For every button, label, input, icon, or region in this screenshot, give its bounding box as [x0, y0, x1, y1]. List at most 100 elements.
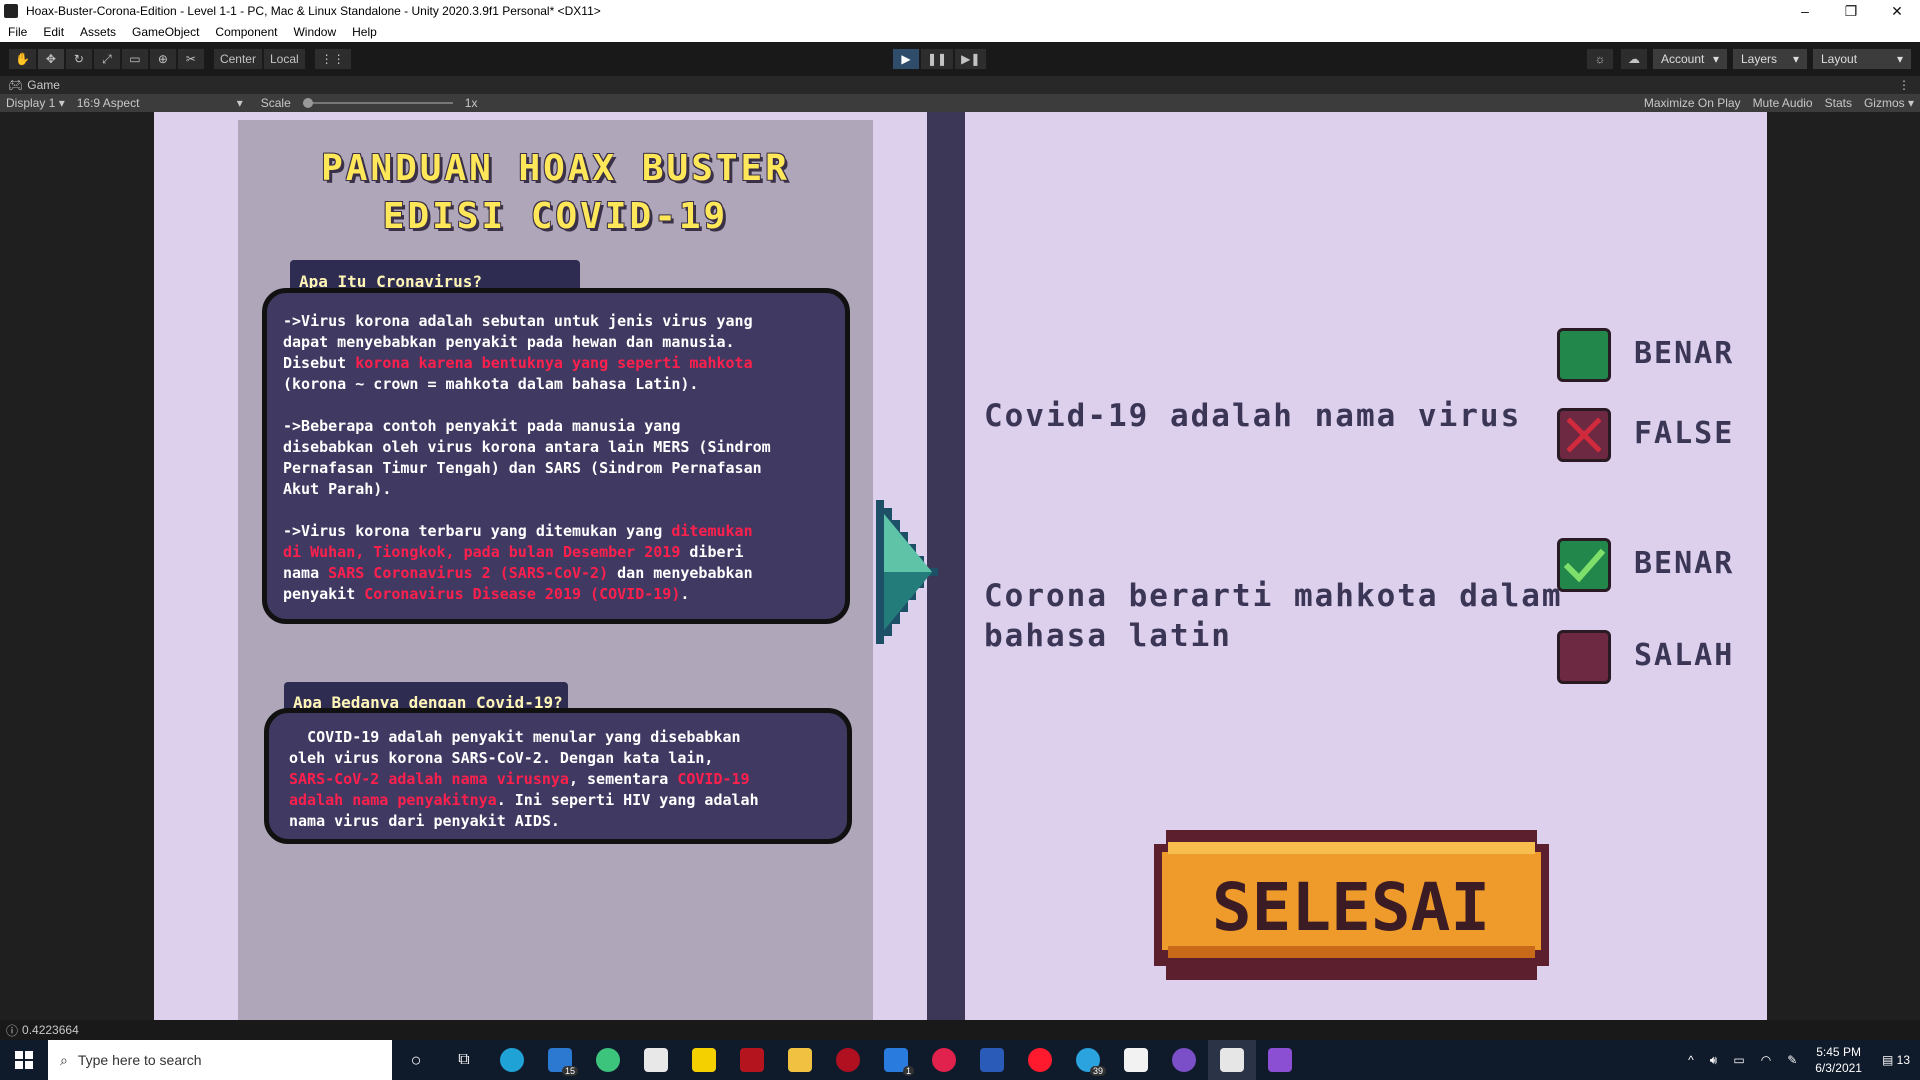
- system-tray: ^ 🔊︎ ▭ ◠ ✎ 5:45 PM 6/3/2021 ▤ 13: [1680, 1040, 1920, 1080]
- cross-icon: [1566, 417, 1602, 453]
- mute-audio-toggle[interactable]: Mute Audio: [1747, 96, 1819, 110]
- finish-button[interactable]: SELESAI: [1154, 830, 1549, 980]
- q2-true-label: BENAR: [1634, 546, 1735, 581]
- twitch-icon[interactable]: [1112, 1040, 1160, 1080]
- menu-component[interactable]: Component: [207, 25, 285, 39]
- game-tab-header: 🎮︎ Game ⋮: [0, 76, 1920, 94]
- menu-edit[interactable]: Edit: [35, 25, 72, 39]
- opera-icon[interactable]: [1016, 1040, 1064, 1080]
- battery-icon[interactable]: ▭: [1725, 1053, 1752, 1067]
- restore-button[interactable]: ❐: [1828, 3, 1874, 20]
- custom-tool-icon[interactable]: ✂: [176, 48, 205, 70]
- hand-tool-icon[interactable]: ✋: [8, 48, 37, 70]
- close-button[interactable]: ✕: [1874, 3, 1920, 20]
- info-icon: ⓘ: [6, 1023, 19, 1038]
- scale-tool-icon[interactable]: ⤢: [92, 48, 121, 70]
- pause-button[interactable]: ❚❚: [920, 48, 955, 70]
- pen-icon[interactable]: ✎: [1779, 1053, 1805, 1067]
- game-canvas: PANDUAN HOAX BUSTER EDISI COVID-19 Apa I…: [154, 112, 1767, 1020]
- transform-tool-icon[interactable]: ⊕: [148, 48, 177, 70]
- console-message[interactable]: 0.4223664: [22, 1023, 79, 1037]
- stats-toggle[interactable]: Stats: [1819, 96, 1858, 110]
- chevron-down-icon: ▾: [1896, 52, 1903, 66]
- taskbar-search-box[interactable]: ⌕ Type here to search: [48, 1040, 392, 1080]
- game-app-icon[interactable]: [728, 1040, 776, 1080]
- windows-start-button[interactable]: [0, 1040, 48, 1080]
- display-dropdown[interactable]: Display 1 ▾: [0, 96, 71, 110]
- layout-dropdown[interactable]: Layout ▾: [1812, 48, 1912, 70]
- menu-file[interactable]: File: [0, 25, 35, 39]
- scale-slider-knob[interactable]: [302, 98, 313, 108]
- opera-gx-icon[interactable]: [920, 1040, 968, 1080]
- rotate-tool-icon[interactable]: ↻: [64, 48, 93, 70]
- wifi-icon[interactable]: ◠: [1753, 1053, 1779, 1067]
- chevron-down-icon[interactable]: ▾: [231, 96, 249, 110]
- windows-taskbar: ⌕ Type here to search ○ ⧉ 15 1 39 ^ 🔊︎ ▭…: [0, 1040, 1920, 1080]
- minimize-button[interactable]: –: [1782, 3, 1828, 19]
- notification-center-icon[interactable]: ▤ 13: [1872, 1053, 1920, 1067]
- game-tab[interactable]: Game: [27, 78, 60, 92]
- title-bar: Hoax-Buster-Corona-Edition - Level 1-1 -…: [0, 0, 1920, 22]
- volume-icon[interactable]: 🔊︎: [1702, 1053, 1726, 1068]
- clock-date: 6/3/2021: [1815, 1061, 1862, 1075]
- section1-highlight-1: korona karena bentuknya yang seperti mah…: [355, 354, 753, 372]
- edge-icon[interactable]: [488, 1040, 536, 1080]
- services-icon[interactable]: ☼: [1586, 48, 1614, 70]
- section1-text-2: (korona ~ crown = mahkota dalam bahasa L…: [283, 375, 771, 540]
- cloud-icon[interactable]: ☁: [1620, 48, 1648, 70]
- game-controller-icon: 🎮︎: [8, 78, 24, 92]
- rect-tool-icon[interactable]: ▭: [120, 48, 149, 70]
- maximize-on-play-toggle[interactable]: Maximize On Play: [1638, 96, 1747, 110]
- cortana-icon[interactable]: ○: [392, 1040, 440, 1080]
- section1-highlight-4: Coronavirus Disease 2019 (COVID-19): [364, 585, 681, 603]
- mail-icon[interactable]: 15: [536, 1040, 584, 1080]
- section2-text-2: , sementara: [568, 770, 678, 788]
- q2-true-button[interactable]: [1557, 538, 1611, 592]
- q2-false-button[interactable]: [1557, 630, 1611, 684]
- file-explorer-icon[interactable]: [776, 1040, 824, 1080]
- step-button[interactable]: ▶❚: [954, 48, 988, 70]
- grid-snap-icon[interactable]: ⋮⋮: [313, 48, 352, 70]
- q1-false-button[interactable]: [1557, 408, 1611, 462]
- menu-help[interactable]: Help: [344, 25, 385, 39]
- menu-gameobject[interactable]: GameObject: [124, 25, 207, 39]
- section1-highlight-3: SARS Coronavirus 2 (SARS-CoV-2): [328, 564, 609, 582]
- search-icon: ⌕: [60, 1051, 68, 1068]
- pivot-local-button[interactable]: Local: [262, 48, 306, 70]
- gizmos-dropdown[interactable]: Gizmos ▾: [1858, 96, 1920, 110]
- tab-menu-icon[interactable]: ⋮: [1898, 78, 1910, 92]
- visual-studio-icon[interactable]: [1256, 1040, 1304, 1080]
- layout-label: Layout: [1821, 52, 1858, 66]
- window-title: Hoax-Buster-Corona-Edition - Level 1-1 -…: [26, 4, 601, 18]
- chevron-up-icon[interactable]: ^: [1680, 1053, 1702, 1067]
- telegram-icon[interactable]: 39: [1064, 1040, 1112, 1080]
- menu-assets[interactable]: Assets: [72, 25, 124, 39]
- play-button[interactable]: ▶: [892, 48, 920, 70]
- word-icon[interactable]: [968, 1040, 1016, 1080]
- question-2-line1: Corona berarti mahkota dalam: [984, 578, 1563, 614]
- main-toolbar: ✋ ✥ ↻ ⤢ ▭ ⊕ ✂ Center Local ⋮⋮ ▶ ❚❚ ▶❚ ☼ …: [0, 42, 1920, 76]
- pivot-center-button[interactable]: Center: [212, 48, 263, 70]
- account-dropdown[interactable]: Account ▾: [1652, 48, 1728, 70]
- github-icon[interactable]: [1160, 1040, 1208, 1080]
- q1-true-label: BENAR: [1634, 336, 1735, 371]
- scale-slider[interactable]: [302, 98, 453, 108]
- pivot-controls: Center Local ⋮⋮: [212, 48, 352, 70]
- sticky-notes-icon[interactable]: [680, 1040, 728, 1080]
- clock-time: 5:45 PM: [1816, 1045, 1861, 1059]
- todo-icon[interactable]: 1: [872, 1040, 920, 1080]
- display-label: Display 1: [6, 96, 56, 110]
- maps-icon[interactable]: [584, 1040, 632, 1080]
- aspect-dropdown[interactable]: 16:9 Aspect: [71, 96, 231, 110]
- next-arrow-icon[interactable]: [876, 500, 946, 644]
- unity-icon[interactable]: [1208, 1040, 1256, 1080]
- move-tool-icon[interactable]: ✥: [36, 48, 65, 70]
- todo-badge: 1: [902, 1066, 914, 1076]
- red-app-icon[interactable]: [824, 1040, 872, 1080]
- store-icon[interactable]: [632, 1040, 680, 1080]
- layers-dropdown[interactable]: Layers ▾: [1732, 48, 1808, 70]
- task-view-icon[interactable]: ⧉: [440, 1040, 488, 1080]
- clock[interactable]: 5:45 PM 6/3/2021: [1805, 1044, 1872, 1076]
- menu-window[interactable]: Window: [285, 25, 344, 39]
- q1-true-button[interactable]: [1557, 328, 1611, 382]
